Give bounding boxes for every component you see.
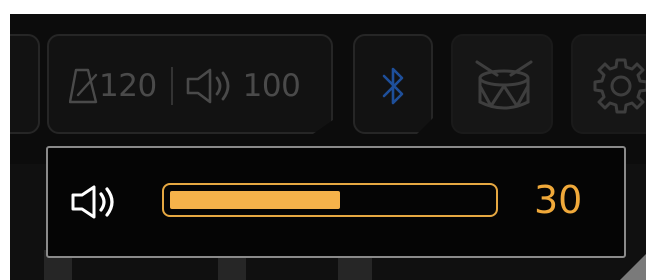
speaker-icon bbox=[185, 67, 243, 105]
settings-button[interactable] bbox=[571, 34, 646, 134]
volume-level-value: 30 bbox=[534, 178, 583, 222]
corner-indicator bbox=[620, 254, 646, 280]
toolbar-card-partial[interactable] bbox=[10, 34, 40, 134]
tempo-value: 120 bbox=[99, 68, 157, 104]
divider bbox=[170, 67, 173, 105]
bluetooth-button[interactable] bbox=[353, 34, 433, 134]
drum-button[interactable] bbox=[451, 34, 553, 134]
volume-popup: 30 bbox=[46, 146, 626, 258]
volume-slider-fill[interactable] bbox=[170, 191, 340, 209]
tempo-volume-row: 120 100 bbox=[69, 64, 301, 108]
tempo-volume-card[interactable]: 120 100 bbox=[47, 34, 333, 134]
metronome-icon bbox=[69, 67, 99, 105]
speaker-icon bbox=[70, 184, 126, 220]
volume-slider[interactable] bbox=[162, 183, 498, 217]
drum-icon bbox=[473, 58, 535, 114]
volume-value: 100 bbox=[242, 68, 301, 104]
gear-icon bbox=[591, 56, 646, 116]
app-window: 120 100 30 bbox=[10, 14, 646, 280]
bluetooth-icon bbox=[381, 64, 407, 108]
